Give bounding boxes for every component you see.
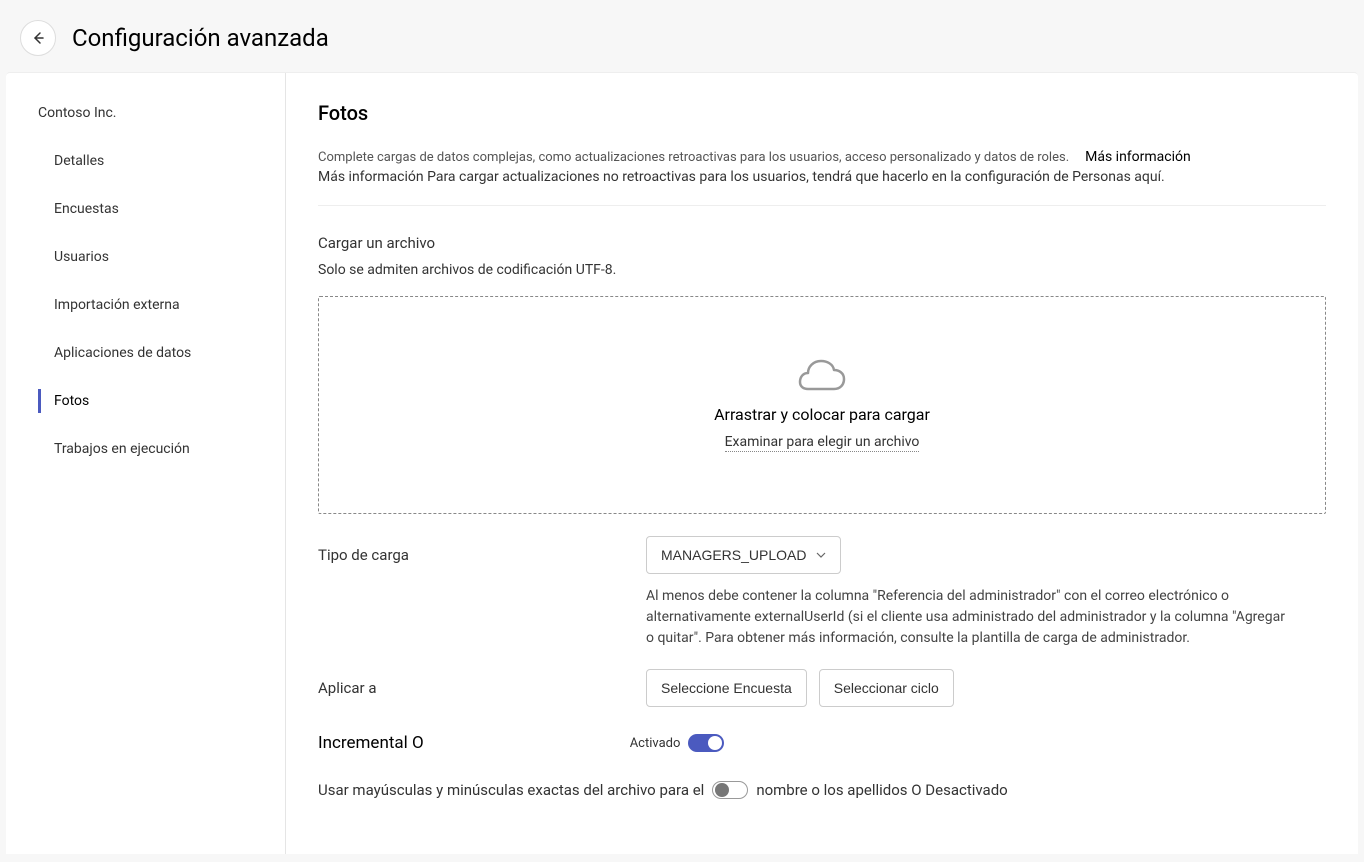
sidebar-item-encuestas[interactable]: Encuestas <box>6 185 285 233</box>
sidebar-item-label: Importación externa <box>54 297 180 313</box>
sidebar-item-label: Trabajos en ejecución <box>54 441 190 457</box>
sidebar-item-label: Detalles <box>54 153 104 169</box>
file-dropzone[interactable]: Arrastrar y colocar para cargar Examinar… <box>318 296 1326 514</box>
sidebar-item-aplicaciones-de-datos[interactable]: Aplicaciones de datos <box>6 329 285 377</box>
back-button[interactable] <box>20 20 56 56</box>
incremental-toggle[interactable] <box>688 734 724 752</box>
sidebar-item-fotos[interactable]: Fotos <box>6 377 285 425</box>
incremental-label: Incremental O <box>318 733 424 753</box>
browse-file-link[interactable]: Examinar para elegir un archivo <box>725 434 920 452</box>
section-title: Fotos <box>318 101 1326 125</box>
sidebar: Contoso Inc. Detalles Encuestas Usuarios… <box>6 73 286 854</box>
upload-type-value: MANAGERS_UPLOAD <box>661 547 806 563</box>
cloud-upload-icon <box>798 359 846 395</box>
upload-hint: Solo se admiten archivos de codificación… <box>318 262 1326 278</box>
arrow-left-icon <box>30 30 46 46</box>
org-name: Contoso Inc. <box>6 97 285 137</box>
upload-label: Cargar un archivo <box>318 234 1326 252</box>
upload-type-label: Tipo de carga <box>318 536 646 564</box>
sidebar-item-label: Usuarios <box>54 249 109 265</box>
case-text-mid: nombre o los apellidos O Desactivado <box>756 781 1007 799</box>
select-cycle-label: Seleccionar ciclo <box>834 680 939 696</box>
select-survey-button[interactable]: Seleccione Encuesta <box>646 669 807 707</box>
upload-type-helper: Al menos debe contener la columna "Refer… <box>646 586 1286 649</box>
more-info-link[interactable]: Más información <box>1085 149 1191 165</box>
chevron-down-icon <box>816 552 826 558</box>
upload-type-select[interactable]: MANAGERS_UPLOAD <box>646 536 841 574</box>
sidebar-item-label: Encuestas <box>54 201 119 217</box>
sidebar-item-usuarios[interactable]: Usuarios <box>6 233 285 281</box>
incremental-state: Activado <box>630 736 681 751</box>
sidebar-item-label: Fotos <box>54 393 89 409</box>
dropzone-text: Arrastrar y colocar para cargar <box>714 405 930 424</box>
apply-to-label: Aplicar a <box>318 669 646 697</box>
select-cycle-button[interactable]: Seleccionar ciclo <box>819 669 954 707</box>
exact-case-toggle[interactable] <box>712 781 748 799</box>
select-survey-label: Seleccione Encuesta <box>661 680 792 696</box>
sidebar-item-label: Aplicaciones de datos <box>54 345 191 361</box>
sidebar-item-trabajos-en-ejecucion[interactable]: Trabajos en ejecución <box>6 425 285 473</box>
sidebar-item-importacion-externa[interactable]: Importación externa <box>6 281 285 329</box>
section-description-2: Más información Para cargar actualizacio… <box>318 169 1326 206</box>
case-text-before: Usar mayúsculas y minúsculas exactas del… <box>318 781 704 799</box>
section-description: Complete cargas de datos complejas, como… <box>318 150 1069 165</box>
page-title: Configuración avanzada <box>72 24 329 52</box>
sidebar-item-detalles[interactable]: Detalles <box>6 137 285 185</box>
